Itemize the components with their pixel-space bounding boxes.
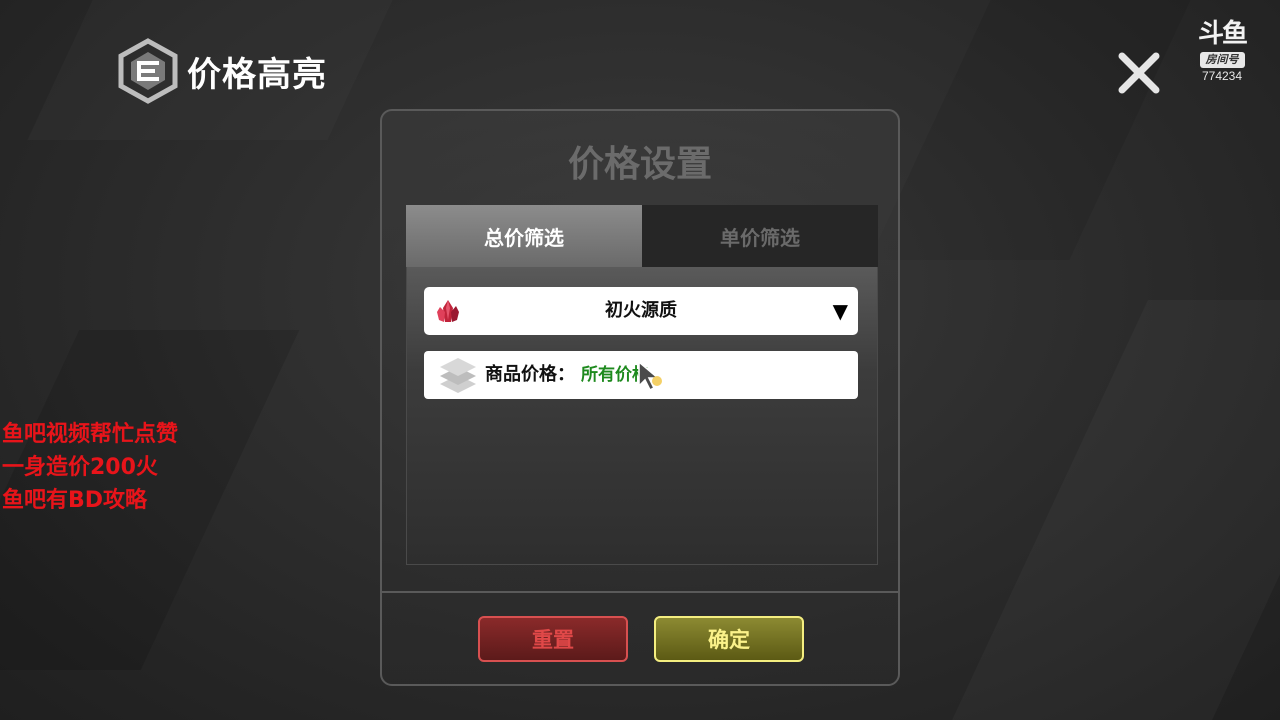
room-brand-logo: 斗鱼 xyxy=(1197,19,1248,49)
stream-overlay-text: 鱼吧视频帮忙点赞 一身造价200火 鱼吧有BD攻略 xyxy=(2,418,178,517)
currency-dropdown[interactable]: 初火源质 ▼ xyxy=(424,287,858,335)
page-header: 价格高亮 xyxy=(115,38,327,104)
price-filter-field[interactable]: 商品价格： 所有价格 xyxy=(424,351,858,399)
filter-tabs: 总价筛选 单价筛选 xyxy=(406,205,878,267)
overlay-line: 鱼吧有BD攻略 xyxy=(2,488,148,513)
hexagon-e-logo-icon xyxy=(118,38,178,104)
tab-panel: 初火源质 ▼ 商品价格： 所有价格 xyxy=(406,267,878,565)
price-settings-dialog: 价格设置 总价筛选 单价筛选 初火源质 ▼ 商品价格： 所有价格 重置 确定 xyxy=(380,109,900,686)
dialog-title: 价格设置 xyxy=(567,144,712,185)
price-label: 商品价格： xyxy=(485,364,575,385)
overlay-line: 鱼吧视频帮忙点赞 xyxy=(2,422,179,447)
overlay-line: 一身造价200火 xyxy=(2,455,158,480)
layers-icon xyxy=(440,358,476,393)
background-shape xyxy=(952,300,1280,720)
confirm-button[interactable]: 确定 xyxy=(654,616,804,662)
room-badge: 斗鱼 房间号 774234 xyxy=(1186,20,1258,84)
background-shape xyxy=(869,0,1191,260)
room-number: 774234 xyxy=(1201,69,1243,83)
reset-button[interactable]: 重置 xyxy=(478,616,628,662)
tab-total-price[interactable]: 总价筛选 xyxy=(406,205,642,267)
mouse-cursor-icon xyxy=(638,360,662,392)
room-label: 房间号 xyxy=(1199,52,1245,68)
tab-unit-price[interactable]: 单价筛选 xyxy=(642,205,878,267)
triangle-down-icon: ▼ xyxy=(832,299,848,323)
page-title: 价格高亮 xyxy=(187,54,327,95)
dropdown-value: 初火源质 xyxy=(605,300,677,321)
close-icon[interactable] xyxy=(1116,50,1162,96)
divider xyxy=(382,591,898,593)
